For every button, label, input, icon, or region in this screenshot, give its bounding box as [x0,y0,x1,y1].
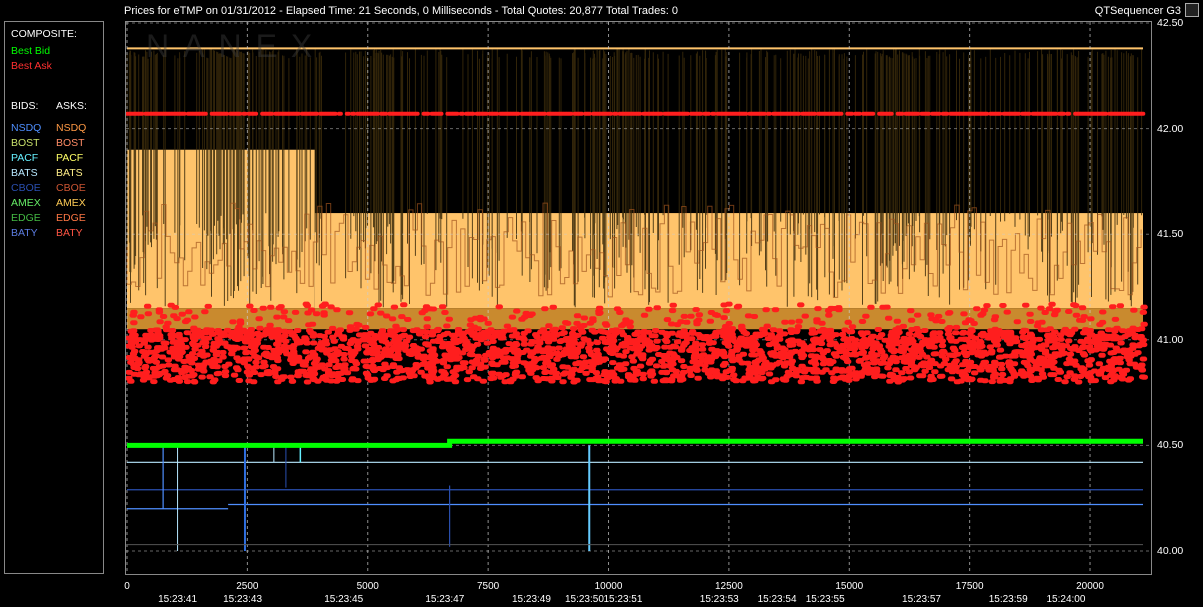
legend-panel: COMPOSITE: Best Bid Best Ask BIDS: ASKS:… [4,21,104,574]
time-tick-label: 15:23:47 [425,594,465,605]
legend-bid-bats[interactable]: BATS [11,167,38,179]
legend-ask-pacf[interactable]: PACF [56,152,83,164]
legend-bid-bost[interactable]: BOST [11,137,40,149]
chart-header: Prices for eTMP on 01/31/2012 - Elapsed … [0,0,1203,22]
legend-ask-cboe[interactable]: CBOE [56,182,86,194]
asks-label: ASKS: [56,100,87,112]
legend-ask-nsdq[interactable]: NSDQ [56,122,86,134]
time-tick-label: 15:23:45 [324,594,364,605]
y-tick-label: 42.50 [1157,17,1184,29]
x-tick-label: 15000 [835,581,864,592]
price-chart: NANEX [126,22,1151,574]
watermark: NANEX [146,28,326,64]
legend-bid-pacf[interactable]: PACF [11,152,38,164]
time-tick-label: 15:23:49 [512,594,551,605]
time-tick-label: 15:23:55 [805,594,845,605]
legend-ask-bats[interactable]: BATS [56,167,83,179]
legend-best-ask[interactable]: Best Ask [11,60,52,72]
time-tick-label: 15:23:41 [158,594,198,605]
x-tick-label: 20000 [1076,581,1104,592]
legend-ask-edge[interactable]: EDGE [56,212,86,224]
y-tick-label: 42.00 [1157,122,1184,135]
legend-bid-cboe[interactable]: CBOE [11,182,41,194]
x-tick-label: 2500 [236,581,259,592]
x-tick-label: 5000 [356,581,379,592]
composite-label: COMPOSITE: [11,28,77,40]
time-tick-label: 15:23:57 [902,594,941,605]
y-tick-label: 40.50 [1157,439,1184,452]
time-tick-label: 15:23:59 [988,594,1028,605]
close-button[interactable] [1185,3,1199,17]
legend-bid-edge[interactable]: EDGE [11,212,41,224]
app-name: QTSequencer G3 [1094,5,1181,17]
y-tick-label: 40.00 [1157,545,1184,557]
time-tick-label: 15:23:50 [564,594,604,605]
legend-bid-baty[interactable]: BATY [11,227,38,239]
x-tick-label: 10000 [594,581,623,592]
time-tick-label: 15:23:51 [603,594,643,605]
time-tick-label: 15:23:53 [699,594,739,605]
y-tick-label: 41.00 [1157,333,1184,346]
x-tick-label: 17500 [955,581,984,592]
x-tick-label: 7500 [477,581,500,592]
time-tick-label: 15:23:54 [757,594,797,605]
x-tick-label: 12500 [714,581,743,592]
legend-bid-amex[interactable]: AMEX [11,197,41,209]
legend-ask-amex[interactable]: AMEX [56,197,86,209]
legend-ask-bost[interactable]: BOST [56,137,85,149]
legend-best-bid[interactable]: Best Bid [11,45,50,57]
time-tick-label: 15:23:43 [223,594,263,605]
plot-area[interactable]: NANEX [125,21,1152,575]
time-tick-label: 15:24:00 [1046,594,1086,605]
y-tick-label: 41.50 [1157,228,1184,241]
legend-bid-nsdq[interactable]: NSDQ [11,122,41,134]
legend-ask-baty[interactable]: BATY [56,227,83,239]
x-tick-label: 0 [124,581,130,592]
best-bid-line [127,438,1143,448]
chart-title: Prices for eTMP on 01/31/2012 - Elapsed … [124,5,678,17]
bids-label: BIDS: [11,100,39,112]
